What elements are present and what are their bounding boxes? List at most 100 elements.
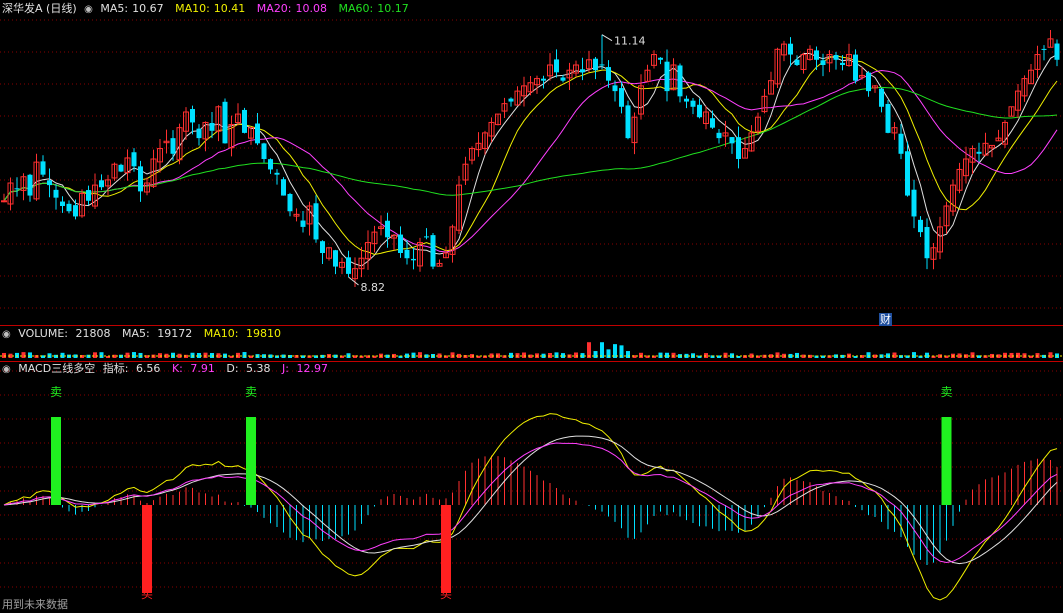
volume-bars[interactable]: [0, 342, 1063, 358]
sell-label: 卖: [245, 385, 257, 399]
volume-bar: [665, 352, 669, 358]
candle-body: [716, 132, 722, 139]
candle-body: [820, 60, 826, 65]
stock-title: 深华发A (日线): [2, 2, 77, 15]
k-readout: K: 7.91: [171, 362, 215, 375]
candle-body: [924, 227, 930, 259]
candle-body: [866, 72, 871, 92]
candle-body: [599, 64, 605, 66]
volume-bar: [671, 352, 676, 358]
candle-body: [976, 151, 982, 154]
candle-body: [411, 258, 416, 261]
ma20-readout: MA20: 10.08: [256, 2, 328, 15]
ma10-readout: MA10: 10.41: [175, 2, 246, 15]
circle-icon[interactable]: ◉: [2, 364, 11, 375]
candle-body: [398, 234, 403, 253]
sell-signal-bar: [51, 417, 61, 505]
volume-bar: [99, 352, 104, 358]
volume-bar: [509, 352, 513, 358]
high-label: 11.14: [614, 35, 646, 48]
volume-bar: [795, 352, 799, 358]
candle-body: [73, 205, 78, 217]
circle-icon[interactable]: ◉: [2, 329, 11, 340]
volume-bar: [203, 352, 208, 358]
candle-body: [690, 100, 696, 107]
volume-bar: [138, 352, 143, 358]
candle-body: [658, 57, 663, 60]
volume-bar: [775, 352, 780, 358]
candle-body: [619, 88, 624, 107]
candle-body: [625, 105, 631, 139]
candle-body: [333, 250, 338, 267]
candle-body: [814, 50, 819, 60]
candle-body: [1, 200, 7, 203]
volume-bar: [606, 349, 611, 358]
candle-body: [281, 179, 286, 196]
volume-bar: [171, 352, 175, 358]
candle-body: [898, 133, 904, 154]
candle-body: [118, 164, 124, 172]
candle-body: [833, 54, 839, 60]
candle-body: [606, 67, 611, 81]
volume-bar: [197, 352, 201, 358]
volume-bar: [892, 352, 897, 358]
buy-label: 买: [141, 587, 153, 601]
candle-body: [60, 201, 65, 206]
indicator-name: MACD三线多空: [18, 362, 96, 375]
j-readout: J: 12.97: [282, 362, 328, 375]
volume-bar: [132, 352, 136, 358]
volume-bar: [1048, 352, 1053, 358]
volume-bar: [626, 351, 630, 358]
sell-label: 卖: [50, 385, 62, 399]
volume-bar: [548, 352, 552, 358]
candle-body: [677, 65, 683, 97]
volume-ma5-readout: MA5: 19172: [122, 327, 193, 340]
candle-body: [664, 61, 670, 92]
candle-body: [40, 161, 46, 175]
candlestick-series[interactable]: [1, 30, 1060, 287]
candle-body: [242, 109, 247, 133]
macd-line: [3, 413, 1058, 601]
candle-body: [794, 59, 800, 65]
candle-body: [541, 78, 546, 81]
grid-lines: [0, 19, 1063, 588]
volume-readout: VOLUME: 21808: [18, 327, 111, 340]
sell-label: 卖: [941, 385, 953, 399]
candle-body: [99, 180, 104, 188]
candle-body: [905, 151, 910, 196]
volume-bar: [658, 352, 663, 358]
finance-badge[interactable]: 财: [879, 313, 892, 326]
candle-body: [313, 203, 319, 240]
candle-body: [554, 59, 559, 73]
candle-body: [710, 118, 715, 128]
volume-bar: [93, 352, 97, 358]
candle-body: [612, 85, 618, 92]
volume-bar: [1009, 352, 1014, 358]
candle-body: [196, 128, 202, 139]
volume-bar: [236, 352, 240, 358]
candle-body: [268, 159, 273, 170]
volume-bar: [190, 352, 195, 358]
future-data-note: 用到未来数据: [2, 598, 68, 611]
volume-bar: [60, 352, 65, 358]
candle-body: [66, 203, 72, 212]
candle-body: [86, 190, 91, 201]
volume-bar: [522, 352, 526, 358]
volume-bar: [554, 352, 559, 358]
candle-body: [430, 235, 436, 267]
circle-icon[interactable]: ◉: [84, 4, 93, 15]
chart-canvas[interactable]: 卖卖卖卖买买买买 11.148.82: [0, 0, 1063, 613]
candle-body: [222, 101, 228, 144]
sell-signal-bar: [246, 417, 256, 505]
volume-bar: [463, 355, 468, 358]
buy-label: 买: [440, 587, 452, 601]
candle-body: [1054, 43, 1060, 60]
price-annotations: 11.14 8.82: [348, 34, 646, 294]
candle-body: [508, 98, 514, 102]
candle-body: [53, 189, 59, 198]
volume-bar: [21, 352, 26, 358]
candle-body: [47, 180, 52, 186]
candle-body: [131, 152, 137, 167]
high-pointer: [601, 34, 613, 42]
volume-bar: [866, 352, 871, 358]
